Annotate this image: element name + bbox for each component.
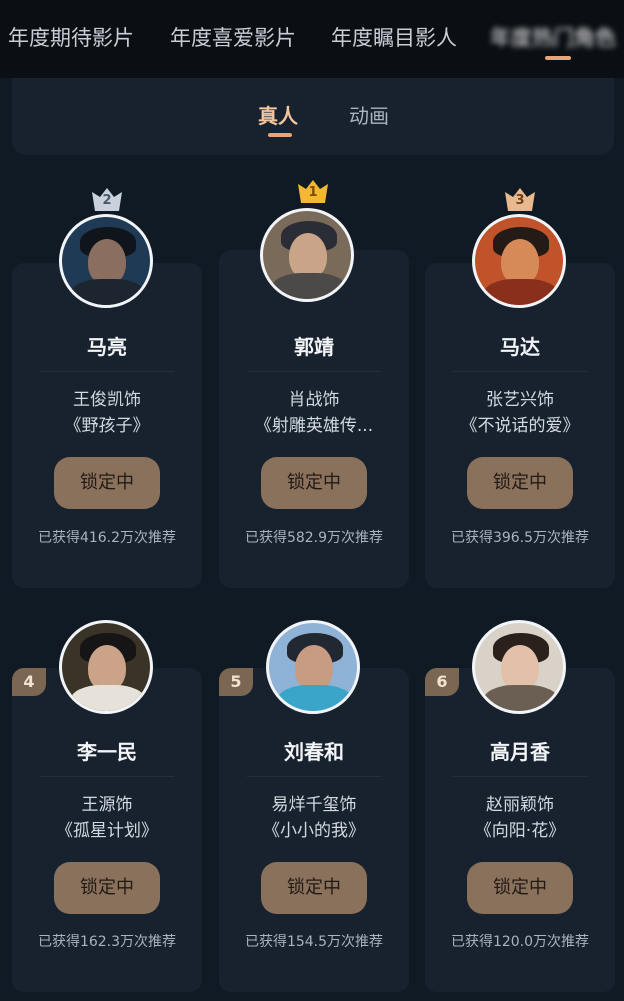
divider bbox=[40, 776, 174, 777]
film-title: 《孤星计划》 bbox=[56, 821, 158, 841]
role-card: 5 刘春和 易烊千玺饰 《小小的我》 锁定中 已获得154.5万次推荐 bbox=[219, 668, 409, 992]
locked-button[interactable]: 锁定中 bbox=[467, 862, 573, 914]
locked-button[interactable]: 锁定中 bbox=[54, 457, 160, 509]
rank-badge: 4 bbox=[12, 668, 46, 696]
vote-count: 已获得162.3万次推荐 bbox=[37, 934, 177, 950]
role-card: 马亮 王俊凯饰 《野孩子》 锁定中 已获得416.2万次推荐 bbox=[12, 263, 202, 588]
film-title: 《向阳·花》 bbox=[474, 821, 566, 841]
avatar bbox=[260, 208, 354, 302]
actor-name: 王源饰 bbox=[81, 795, 133, 815]
vote-count: 已获得396.5万次推荐 bbox=[450, 530, 590, 546]
avatar bbox=[59, 214, 153, 308]
active-tab-indicator bbox=[545, 56, 571, 60]
role-name: 李一民 bbox=[77, 740, 137, 764]
actor-name: 易烊千玺饰 bbox=[271, 795, 357, 815]
role-card: 马达 张艺兴饰 《不说话的爱》 锁定中 已获得396.5万次推荐 bbox=[425, 263, 615, 588]
tab-favorite-films[interactable]: 年度喜爱影片 bbox=[170, 22, 296, 52]
vote-count: 已获得154.5万次推荐 bbox=[244, 934, 384, 950]
vote-count: 已获得120.0万次推荐 bbox=[450, 934, 590, 950]
role-name: 郭靖 bbox=[294, 335, 334, 359]
silver-crown-icon: 2 bbox=[91, 186, 123, 212]
locked-button[interactable]: 锁定中 bbox=[261, 862, 367, 914]
actor-name: 赵丽颖饰 bbox=[486, 795, 554, 815]
divider bbox=[247, 371, 381, 372]
avatar bbox=[472, 620, 566, 714]
avatar bbox=[59, 620, 153, 714]
bronze-crown-icon: 3 bbox=[504, 186, 536, 212]
tab-anticipated-films[interactable]: 年度期待影片 bbox=[8, 22, 134, 52]
rank-badge: 5 bbox=[219, 668, 253, 696]
tab-notable-people[interactable]: 年度瞩目影人 bbox=[331, 22, 457, 52]
actor-name: 肖战饰 bbox=[288, 390, 340, 410]
locked-button[interactable]: 锁定中 bbox=[467, 457, 573, 509]
locked-button[interactable]: 锁定中 bbox=[261, 457, 367, 509]
crown-rank: 1 bbox=[308, 185, 318, 200]
role-name: 刘春和 bbox=[284, 740, 344, 764]
role-card: 6 高月香 赵丽颖饰 《向阳·花》 锁定中 已获得120.0万次推荐 bbox=[425, 668, 615, 992]
film-title: 《不说话的爱》 bbox=[460, 416, 580, 436]
locked-button[interactable]: 锁定中 bbox=[54, 862, 160, 914]
divider bbox=[40, 371, 174, 372]
tab-live-action[interactable]: 真人 bbox=[258, 100, 298, 129]
avatar bbox=[266, 620, 360, 714]
segment-indicator bbox=[268, 133, 292, 137]
gold-crown-icon: 1 bbox=[297, 178, 329, 204]
segment-control: 真人 动画 bbox=[12, 78, 614, 155]
actor-name: 王俊凯饰 bbox=[73, 390, 141, 410]
crown-rank: 2 bbox=[102, 193, 112, 208]
divider bbox=[453, 776, 587, 777]
role-card: 4 李一民 王源饰 《孤星计划》 锁定中 已获得162.3万次推荐 bbox=[12, 668, 202, 992]
avatar bbox=[472, 214, 566, 308]
film-title: 《小小的我》 bbox=[263, 821, 365, 841]
crown-rank: 3 bbox=[515, 193, 525, 208]
role-name: 高月香 bbox=[490, 740, 550, 764]
role-name: 马亮 bbox=[87, 335, 127, 359]
film-title: 《野孩子》 bbox=[64, 416, 150, 436]
vote-count: 已获得416.2万次推荐 bbox=[37, 530, 177, 546]
divider bbox=[453, 371, 587, 372]
tab-animation[interactable]: 动画 bbox=[349, 100, 389, 129]
actor-name: 张艺兴饰 bbox=[486, 390, 554, 410]
role-name: 马达 bbox=[500, 335, 540, 359]
tab-popular-roles[interactable]: 年度热门角色 bbox=[490, 22, 616, 52]
top-tab-bar: 年度期待影片 年度喜爱影片 年度瞩目影人 年度热门角色 bbox=[0, 0, 624, 78]
film-title: 《射雕英雄传... bbox=[254, 416, 374, 436]
vote-count: 已获得582.9万次推荐 bbox=[244, 530, 384, 546]
divider bbox=[247, 776, 381, 777]
rank-badge: 6 bbox=[425, 668, 459, 696]
